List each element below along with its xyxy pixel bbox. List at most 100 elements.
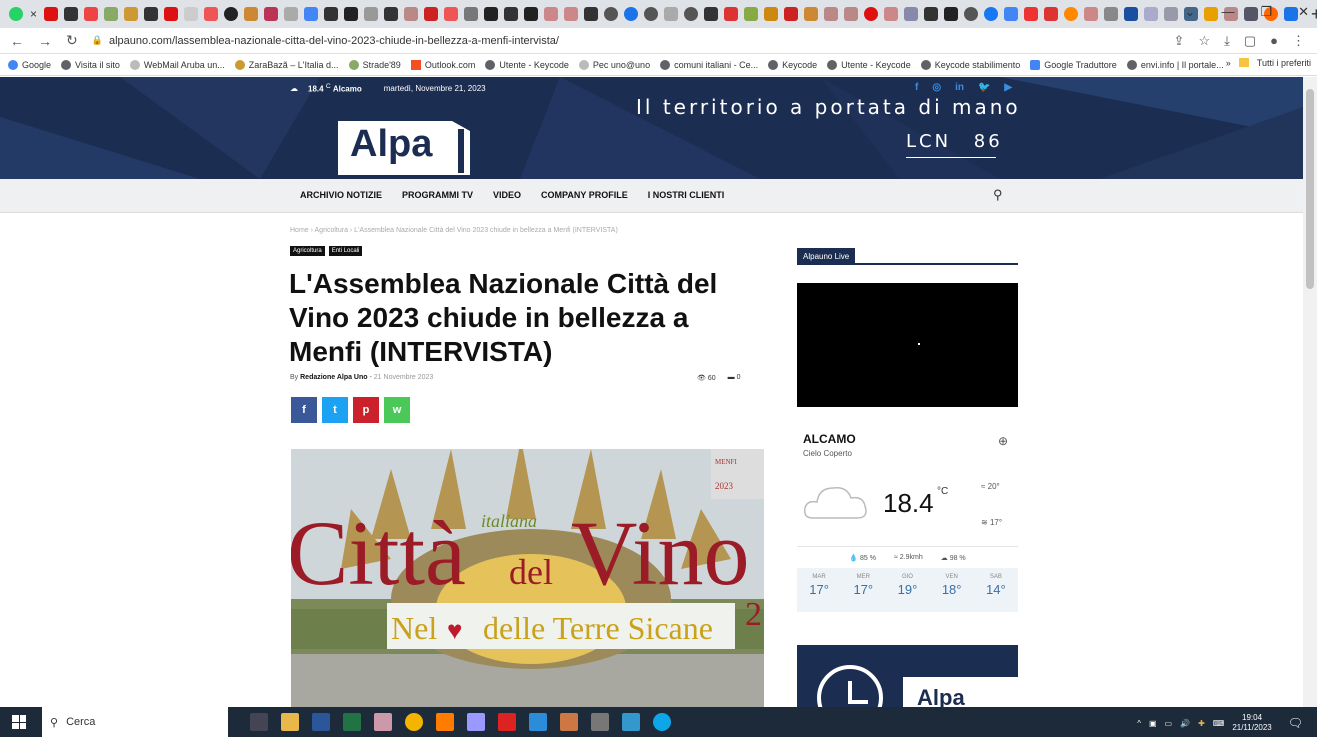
sidebar-promo-banner[interactable]: Alpa: [797, 645, 1018, 707]
menu-item-video[interactable]: VIDEO: [493, 190, 521, 200]
tab-icon[interactable]: [124, 7, 139, 21]
tab-icon[interactable]: [444, 7, 459, 21]
reload-icon[interactable]: ↻: [66, 32, 78, 49]
tab-close-icon[interactable]: ×: [30, 7, 37, 21]
tab-icon[interactable]: [1164, 7, 1179, 21]
tab-icon[interactable]: [1124, 7, 1139, 21]
tab-icon[interactable]: [464, 7, 479, 21]
sidepanel-icon[interactable]: ▢: [1244, 33, 1256, 49]
minimize-button[interactable]: —: [1221, 4, 1234, 20]
bookmark-item[interactable]: ZaraBazã – L'Italia d...: [234, 59, 339, 70]
tab-icon[interactable]: [1064, 7, 1079, 21]
tab-icon[interactable]: [744, 7, 759, 21]
share-icon[interactable]: ⇪: [1174, 33, 1185, 49]
tray-app-icon[interactable]: ▣: [1149, 719, 1157, 728]
taskbar-search[interactable]: ⚲ Cerca: [42, 707, 228, 737]
tab-icon[interactable]: [1144, 7, 1159, 21]
bookmark-item[interactable]: Google Traduttore: [1030, 59, 1117, 70]
close-window-button[interactable]: ✕: [1298, 4, 1309, 20]
tab-icon[interactable]: [264, 7, 279, 21]
search-icon[interactable]: ⚲: [993, 187, 1003, 203]
file-explorer-icon[interactable]: [281, 713, 299, 731]
tray-chevron-icon[interactable]: ^: [1137, 719, 1141, 728]
tab-icon[interactable]: [1024, 7, 1039, 21]
tray-app-icon[interactable]: ✚: [1198, 719, 1205, 728]
bookmark-item[interactable]: Utente - Keycode: [485, 59, 569, 70]
url-field[interactable]: 🔒 alpauno.com/lassemblea-nazionale-citta…: [92, 35, 559, 47]
excel-icon[interactable]: [343, 713, 361, 731]
keyboard-icon[interactable]: ⌨: [1213, 719, 1225, 728]
tab-icon[interactable]: [204, 7, 219, 21]
location-icon[interactable]: ⊕: [998, 434, 1008, 448]
tab-icon[interactable]: [1104, 7, 1119, 21]
tab-icon[interactable]: [524, 7, 539, 21]
tab-icon[interactable]: [724, 7, 739, 21]
youtube-icon[interactable]: ▶: [1004, 82, 1012, 93]
bookmark-item[interactable]: Google: [8, 59, 51, 70]
tab-icon[interactable]: [64, 7, 79, 21]
tab-icon[interactable]: [964, 7, 979, 21]
menu-item-archivio[interactable]: ARCHIVIO NOTIZIE: [300, 190, 382, 200]
bookmark-item[interactable]: Strade'89: [348, 59, 401, 70]
twitter-share-button[interactable]: t: [322, 397, 348, 423]
tab-icon[interactable]: [184, 7, 199, 21]
tab-icon[interactable]: [864, 7, 879, 21]
tab-icon[interactable]: [664, 7, 679, 21]
tab-icon[interactable]: [924, 7, 939, 21]
tab-icon[interactable]: [944, 7, 959, 21]
illustrator-icon[interactable]: [436, 713, 454, 731]
tab-icon[interactable]: [904, 7, 919, 21]
tab-icon[interactable]: [804, 7, 819, 21]
whatsapp-tab-icon[interactable]: [9, 7, 23, 21]
bookmarks-more-button[interactable]: »: [1226, 58, 1231, 68]
tab-icon[interactable]: [284, 7, 299, 21]
tab-icon[interactable]: [1084, 7, 1099, 21]
forward-icon[interactable]: →: [38, 33, 52, 49]
tab-icon[interactable]: [824, 7, 839, 21]
tab-icon[interactable]: [764, 7, 779, 21]
tab-icon[interactable]: [244, 7, 259, 21]
network-icon[interactable]: ▭: [1165, 719, 1173, 728]
bookmark-item[interactable]: WebMail Aruba un...: [129, 59, 225, 70]
tab-icon[interactable]: [144, 7, 159, 21]
tab-icon[interactable]: [704, 7, 719, 21]
pinterest-share-button[interactable]: p: [353, 397, 379, 423]
category-tag[interactable]: Enti Locali: [328, 246, 363, 256]
facebook-icon[interactable]: f: [915, 82, 918, 93]
linkedin-icon[interactable]: in: [955, 82, 964, 93]
bookmark-item[interactable]: Keycode: [768, 59, 817, 70]
menu-item-clienti[interactable]: I NOSTRI CLIENTI: [648, 190, 725, 200]
tab-icon[interactable]: [584, 7, 599, 21]
download-icon[interactable]: ⤓: [1224, 33, 1230, 49]
new-tab-button[interactable]: +: [1311, 4, 1317, 25]
bookmark-item[interactable]: Pec uno@uno: [578, 59, 650, 70]
app-icon[interactable]: [560, 713, 578, 731]
tab-icon[interactable]: [564, 7, 579, 21]
bookmark-item[interactable]: Keycode stabilimento: [920, 59, 1020, 70]
premiere-icon[interactable]: [467, 713, 485, 731]
edge-icon[interactable]: [653, 713, 671, 731]
restore-button[interactable]: ❐: [1260, 4, 1272, 20]
youtube-tab-icon[interactable]: [44, 7, 59, 21]
tab-icon[interactable]: [304, 7, 319, 21]
tab-icon[interactable]: [224, 7, 239, 21]
tab-icon[interactable]: [364, 7, 379, 21]
tab-icon[interactable]: [684, 7, 699, 21]
calculator-icon[interactable]: [591, 713, 609, 731]
back-icon[interactable]: ←: [10, 33, 24, 49]
facebook-share-button[interactable]: f: [291, 397, 317, 423]
kebab-menu-icon[interactable]: ⋮: [1292, 33, 1305, 49]
profile-icon[interactable]: ●: [1270, 33, 1278, 49]
notifications-icon[interactable]: 🗨: [1288, 716, 1303, 730]
tab-icon[interactable]: [544, 7, 559, 21]
tab-icon[interactable]: [644, 7, 659, 21]
tab-icon[interactable]: [1004, 7, 1019, 21]
photos-icon[interactable]: [622, 713, 640, 731]
site-logo[interactable]: Alpa: [338, 121, 470, 175]
author-link[interactable]: Redazione Alpa Uno: [300, 374, 367, 381]
volume-icon[interactable]: 🔊: [1180, 719, 1190, 728]
bookmark-item[interactable]: envi.info | Il portale...: [1126, 59, 1224, 70]
instagram-icon[interactable]: ◎: [932, 82, 941, 93]
tab-icon[interactable]: [164, 7, 179, 21]
bookmark-item[interactable]: comuni italiani - Ce...: [660, 59, 758, 70]
